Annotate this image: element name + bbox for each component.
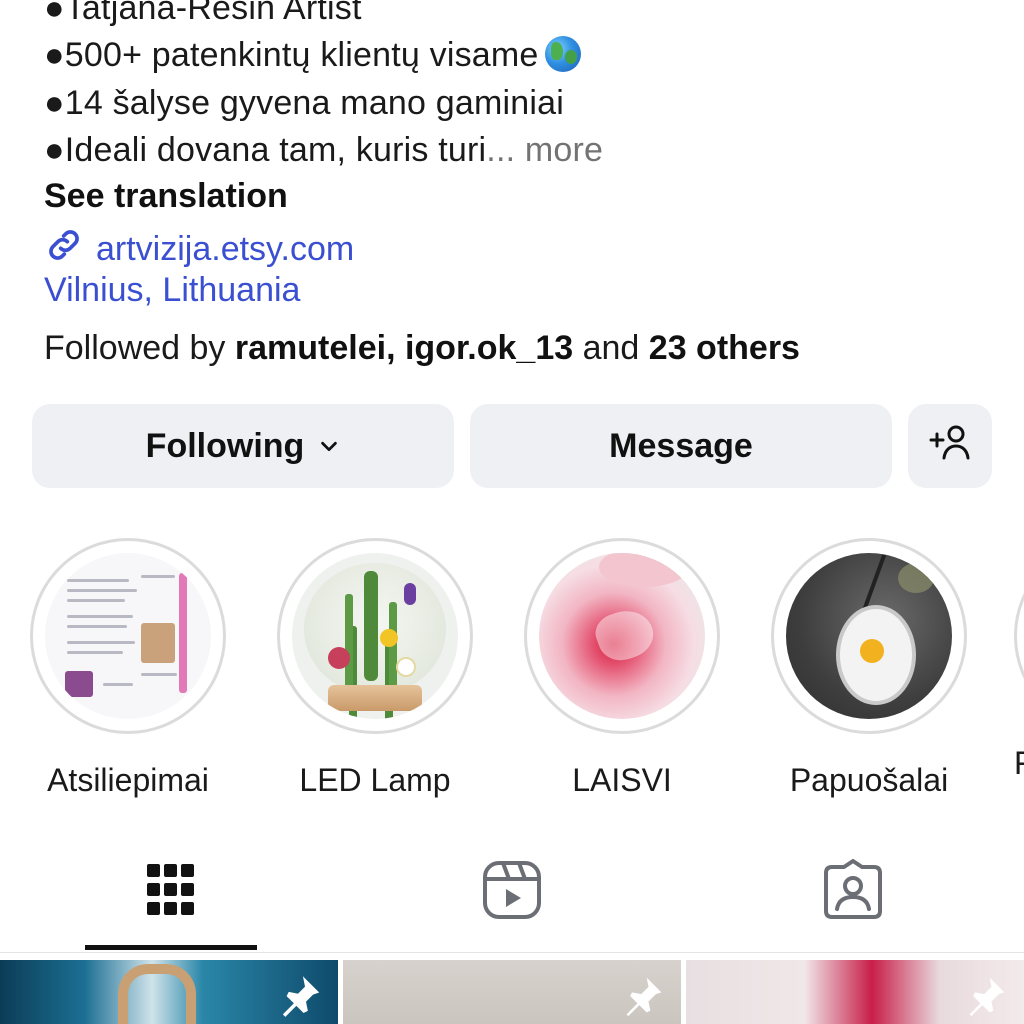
highlight-label: Atsiliepimai (47, 762, 209, 798)
following-label: Following (145, 426, 305, 465)
tab-tagged[interactable] (813, 852, 893, 932)
followed-user-2: igor.ok_13 (404, 329, 574, 367)
website-link[interactable]: artvizija.etsy.com (44, 225, 354, 274)
highlight-ring (277, 538, 473, 734)
post-thumbnail-2[interactable] (343, 960, 681, 1024)
tab-posts-grid[interactable] (131, 852, 211, 932)
active-tab-indicator (85, 945, 257, 950)
message-label: Message (609, 426, 753, 465)
highlight-ring (1014, 538, 1024, 734)
followed-user-1: ramutelei (234, 329, 387, 367)
bio-line-3: ●14 šalyse gyvena mano gaminiai (44, 84, 565, 122)
bio-ellipsis: ... (486, 131, 516, 169)
highlight-thumbnail-pendant (786, 553, 952, 719)
website-link-text: artvizija.etsy.com (96, 230, 355, 268)
pin-icon (621, 974, 665, 1023)
pin-icon (964, 974, 1008, 1023)
highlight-label: LAISVI (572, 762, 672, 798)
highlight-ring (524, 538, 720, 734)
followed-by[interactable]: Followed by ramutelei, igor.ok_13 and 23… (44, 329, 800, 368)
highlight-partial[interactable] (1014, 538, 1024, 738)
link-icon (44, 225, 84, 274)
chevron-down-icon (318, 435, 340, 457)
post-thumbnail-3[interactable] (686, 960, 1024, 1024)
highlight-laisvi[interactable]: LAISVI (524, 538, 720, 799)
person-add-icon (927, 422, 973, 471)
bio-line-1: ●Tatjana-Resin Artist (44, 0, 362, 27)
highlight-thumbnail-lamp (292, 553, 458, 719)
post-thumbnail-1[interactable] (0, 960, 338, 1024)
message-button[interactable]: Message (470, 404, 892, 488)
location-link[interactable]: Vilnius, Lithuania (44, 271, 300, 310)
highlight-led-lamp[interactable]: LED Lamp (277, 538, 473, 799)
tab-divider (0, 952, 1024, 953)
reels-icon (481, 859, 543, 926)
followed-conjunction: and (573, 329, 649, 367)
see-translation-link[interactable]: See translation (44, 177, 288, 216)
following-button[interactable]: Following (32, 404, 454, 488)
tagged-icon (822, 858, 884, 926)
highlight-ring (30, 538, 226, 734)
followed-prefix: Followed by (44, 329, 235, 367)
globe-emoji-icon (544, 36, 581, 72)
grid-icon (145, 860, 197, 925)
followed-separator: , (386, 329, 405, 367)
pin-icon (278, 974, 322, 1023)
more-link[interactable]: more (525, 131, 603, 169)
highlight-papuosalai[interactable]: Papuošalai (771, 538, 967, 799)
bio-line-4-text: ●Ideali dovana tam, kuris turi (44, 131, 487, 169)
bio-line-2: ●500+ patenkintų klientų visame (44, 35, 581, 75)
add-user-button[interactable] (908, 404, 992, 488)
highlight-thumbnail-reviews (45, 553, 211, 719)
bio-line-2-text: ●500+ patenkintų klientų visame (44, 36, 539, 74)
highlight-atsiliepimai[interactable]: Atsiliepimai (30, 538, 226, 799)
highlight-label: LED Lamp (299, 762, 451, 798)
tab-reels[interactable] (472, 852, 552, 932)
highlight-ring (771, 538, 967, 734)
highlight-thumbnail-laisvi (539, 553, 705, 719)
highlight-partial-label: F (1014, 745, 1024, 781)
bio-line-4: ●Ideali dovana tam, kuris turi... more (44, 130, 603, 170)
followed-others: 23 others (648, 329, 800, 367)
highlight-label: Papuošalai (789, 762, 949, 798)
